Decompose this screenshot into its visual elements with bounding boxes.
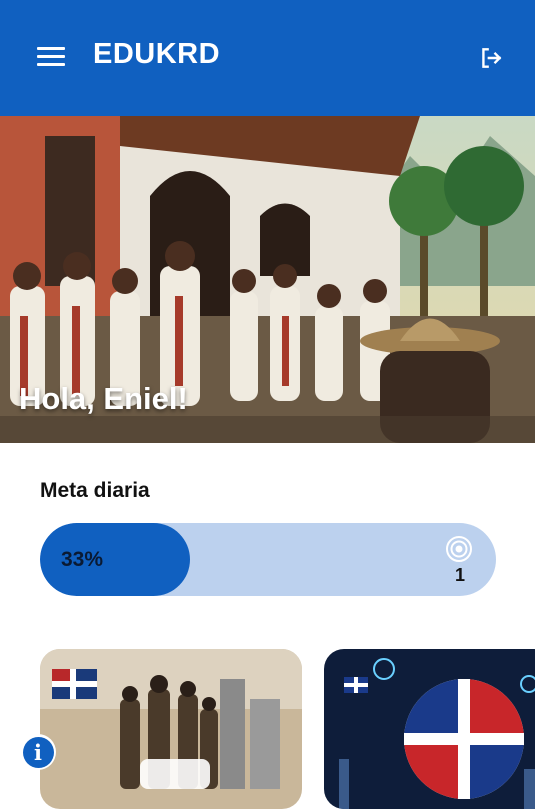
info-icon: i bbox=[22, 736, 54, 768]
technology-card-image bbox=[324, 649, 535, 809]
lesson-card-history[interactable] bbox=[40, 649, 302, 809]
daily-goal-progress[interactable]: 33% 1 bbox=[40, 523, 496, 596]
history-card-image bbox=[40, 649, 302, 809]
lesson-card-technology[interactable] bbox=[324, 649, 535, 809]
daily-goal-title: Meta diaria bbox=[40, 479, 150, 502]
target-count: 1 bbox=[455, 565, 466, 585]
greeting-text: Hola, Eniel! bbox=[19, 381, 188, 416]
hamburger-menu-icon[interactable] bbox=[37, 47, 65, 69]
target-icon bbox=[446, 536, 472, 562]
app-title: EDUKRD bbox=[93, 38, 221, 70]
logout-icon[interactable] bbox=[478, 45, 504, 71]
hero-banner: Hola, Eniel! bbox=[0, 116, 535, 443]
info-button[interactable]: i bbox=[20, 734, 56, 770]
app-bar: EDUKRD bbox=[0, 0, 535, 116]
progress-percent: 33% bbox=[61, 548, 104, 571]
